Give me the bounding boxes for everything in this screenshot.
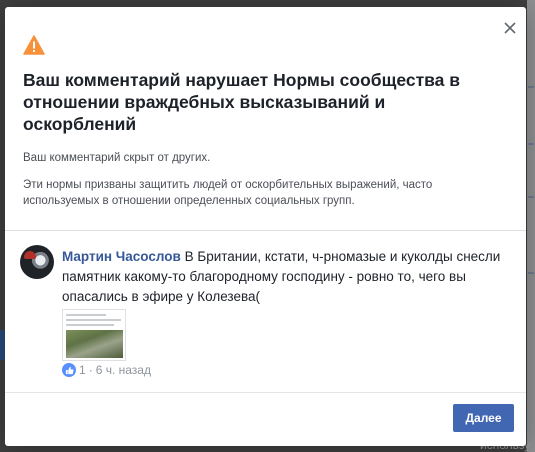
comment-author-link[interactable]: Мартин Часослов bbox=[62, 249, 181, 264]
violation-dialog: Ваш комментарий нарушает Нормы сообществ… bbox=[5, 7, 526, 446]
close-button[interactable] bbox=[502, 20, 518, 36]
comment-attachment-thumbnail[interactable] bbox=[62, 309, 126, 361]
hidden-notice: Ваш комментарий скрыт от других. bbox=[23, 152, 211, 164]
meta-separator: · bbox=[88, 363, 93, 377]
dialog-title: Ваш комментарий нарушает Нормы сообществ… bbox=[23, 70, 461, 134]
close-icon bbox=[504, 22, 516, 34]
like-icon bbox=[62, 363, 76, 377]
next-button[interactable]: Далее bbox=[453, 404, 514, 432]
footer-divider bbox=[5, 392, 526, 393]
comment-body: Мартин Часослов В Британии, кстати, ч-рн… bbox=[62, 247, 507, 307]
background-page-edge bbox=[527, 0, 535, 452]
like-count[interactable]: 1 bbox=[79, 363, 86, 377]
comment-time[interactable]: 6 ч. назад bbox=[96, 363, 151, 377]
standards-description: Эти нормы призваны защитить людей от оск… bbox=[23, 179, 433, 207]
comment-meta: 1 · 6 ч. назад bbox=[62, 362, 151, 378]
warning-triangle-icon bbox=[23, 35, 45, 55]
divider bbox=[5, 230, 526, 231]
avatar[interactable] bbox=[20, 245, 54, 279]
